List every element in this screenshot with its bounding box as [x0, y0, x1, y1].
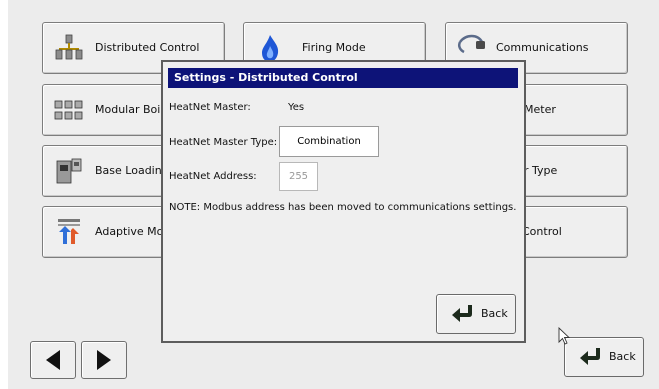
- tile-label: Base Loading: [95, 164, 169, 177]
- back-label: Back: [609, 350, 636, 363]
- base-loading-icon: [56, 158, 82, 184]
- left-arrow-icon: [46, 350, 60, 370]
- screen-background: Distributed Control Firing Mode Communic…: [8, 0, 659, 389]
- settings-dialog: Settings - Distributed Control HeatNet M…: [161, 60, 526, 343]
- tile-label: Adaptive Mo: [95, 225, 164, 238]
- modbus-note: NOTE: Modbus address has been moved to c…: [169, 202, 517, 213]
- dialog-back-button[interactable]: Back: [436, 294, 516, 334]
- tile-label: Modular Boil: [95, 103, 164, 116]
- heatnet-address-field[interactable]: 255: [279, 162, 318, 191]
- heatnet-master-label: HeatNet Master:: [169, 102, 251, 113]
- next-page-button[interactable]: [81, 341, 127, 379]
- tile-label: Control: [522, 225, 562, 238]
- mouse-cursor-icon: [558, 327, 571, 345]
- heatnet-master-type-label: HeatNet Master Type:: [169, 137, 278, 148]
- back-arrow-icon: [580, 348, 600, 365]
- heatnet-address-label: HeatNet Address:: [169, 171, 257, 182]
- right-arrow-icon: [97, 350, 111, 370]
- dialog-title: Settings - Distributed Control: [168, 68, 518, 88]
- tile-label: r Type: [524, 164, 558, 177]
- heatnet-master-value: Yes: [288, 102, 305, 113]
- modular-boilers-icon: [54, 100, 83, 120]
- back-label: Back: [481, 307, 508, 320]
- previous-page-button[interactable]: [30, 341, 76, 379]
- main-back-button[interactable]: Back: [564, 337, 644, 377]
- back-arrow-icon: [452, 305, 472, 322]
- distributed-network-icon: [55, 34, 83, 60]
- adaptive-modulation-icon: [58, 219, 80, 244]
- heatnet-master-type-field[interactable]: Combination: [279, 126, 379, 157]
- tile-label: Meter: [524, 103, 556, 116]
